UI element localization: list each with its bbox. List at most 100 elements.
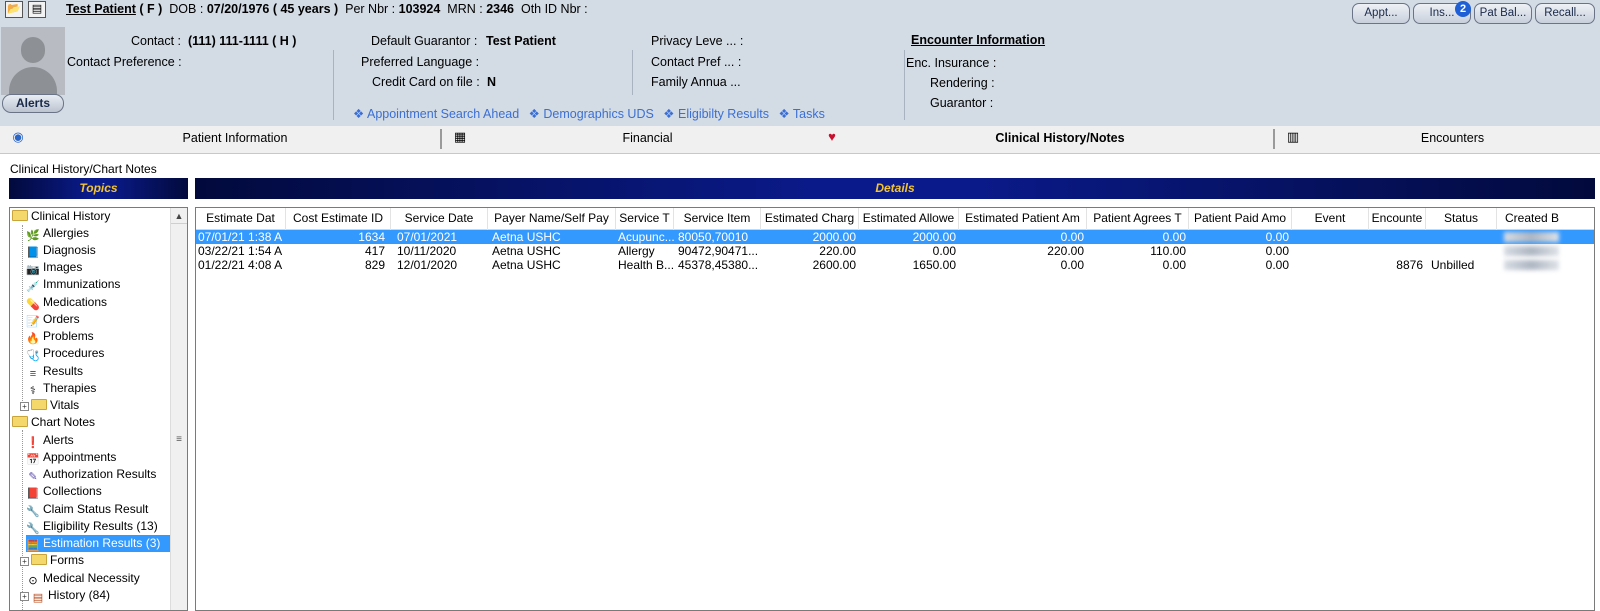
service-item-cell: 80050,70010 — [678, 230, 749, 244]
calculator-icon: 🧮 — [26, 540, 40, 552]
column-header-created-by[interactable]: Created B — [1497, 208, 1594, 230]
tab-encounters[interactable]: Encounters — [1305, 126, 1600, 154]
credit-card-label: Credit Card on file : — [372, 75, 480, 89]
calculator-icon: ▦ — [453, 129, 467, 144]
tree-item-collections[interactable]: 📕 Collections — [26, 483, 102, 500]
estimated-allowed-cell: 1650.00 — [912, 258, 956, 272]
column-header-payer-name[interactable]: Payer Name/Self Pay — [488, 208, 616, 230]
patient-avatar[interactable] — [1, 27, 65, 95]
alerts-button[interactable]: Alerts — [2, 94, 64, 113]
tasks-link[interactable]: ❖ Tasks — [778, 107, 824, 121]
tree-folder-vitals[interactable]: + Vitals — [20, 397, 79, 414]
scroll-grip-icon[interactable]: ≡ — [174, 434, 184, 445]
document-icon[interactable]: ▤ — [28, 1, 46, 18]
patient-name-link[interactable]: Test Patient — [66, 2, 136, 16]
tab-clinical-history-notes[interactable]: Clinical History/Notes — [845, 126, 1275, 154]
column-header-encounter[interactable]: Encounte — [1369, 208, 1426, 230]
details-header: Details — [195, 178, 1595, 199]
dob-value: 07/20/1976 ( 45 years ) — [206, 2, 339, 16]
family-annual-label: Family Annua ... — [651, 75, 741, 89]
tree-item-procedures[interactable]: 🩺 Procedures — [26, 345, 104, 362]
column-header-estimated-charge[interactable]: Estimated Charg — [761, 208, 859, 230]
topics-scrollbar[interactable]: ▲ ≡ — [170, 208, 187, 610]
tree-folder-clinical-history[interactable]: Clinical History — [12, 208, 110, 225]
column-header-status[interactable]: Status — [1426, 208, 1497, 230]
patient-paid-cell: 0.00 — [1265, 244, 1289, 258]
expand-icon[interactable]: + — [20, 557, 29, 566]
column-header-service-date[interactable]: Service Date — [391, 208, 488, 230]
tree-folder-forms[interactable]: + Forms — [20, 552, 84, 569]
column-header-cost-estimate-id[interactable]: Cost Estimate ID — [286, 208, 391, 230]
tree-item-immunizations[interactable]: 💉 Immunizations — [26, 276, 120, 293]
tree-item-authorization-results[interactable]: ✎ Authorization Results — [26, 466, 156, 483]
tree-item-problems[interactable]: 🔥 Problems — [26, 328, 94, 345]
scroll-up-icon[interactable]: ▲ — [171, 208, 187, 224]
contact-preference-label: Contact Preference : — [67, 55, 182, 69]
tree-item-images[interactable]: 📷 Images — [26, 259, 82, 276]
service-type-cell: Acupunc... — [618, 230, 674, 244]
tree-item-claim-status-result[interactable]: 🔧 Claim Status Result — [26, 501, 148, 518]
patient-paid-cell: 0.00 — [1265, 230, 1289, 244]
encounter-cell: 8876 — [1396, 258, 1423, 272]
details-grid[interactable]: Estimate Dat Cost Estimate ID Service Da… — [195, 207, 1595, 611]
table-row[interactable]: 01/22/21 4:08 A 829 12/01/2020 Aetna USH… — [196, 258, 1594, 272]
credit-card-value: N — [487, 75, 497, 89]
rendering-label: Rendering : — [930, 76, 995, 90]
tree-folder-chart-notes[interactable]: Chart Notes — [12, 414, 95, 431]
recall-button[interactable]: Recall... — [1535, 3, 1595, 24]
tree-item-estimation-results[interactable]: 🧮 Estimation Results (3) — [26, 535, 171, 552]
tree-item-appointments[interactable]: 📅 Appointments — [26, 449, 116, 466]
patient-balance-button[interactable]: Pat Bal... — [1474, 3, 1532, 24]
per-nbr-label: Per Nbr : — [345, 2, 396, 16]
estimated-allowed-cell: 2000.00 — [912, 230, 956, 244]
column-header-event[interactable]: Event — [1292, 208, 1369, 230]
topics-tree[interactable]: Clinical History 🌿 Allergies 📘 Diagnosis 📷… — [9, 207, 188, 611]
tree-item-alerts[interactable]: ❗ Alerts — [26, 432, 74, 449]
tree-item-results[interactable]: ≡ Results — [26, 363, 83, 380]
appointments-button[interactable]: Appt... — [1352, 3, 1410, 24]
column-header-estimate-date[interactable]: Estimate Dat — [196, 208, 286, 230]
column-header-service-item[interactable]: Service Item — [674, 208, 761, 230]
tree-item-medical-necessity[interactable]: ⊙ Medical Necessity — [26, 570, 139, 587]
tree-item-therapies[interactable]: ⚕ Therapies — [26, 380, 96, 397]
demographics-uds-link[interactable]: ❖ Demographics UDS — [529, 107, 654, 121]
tab-separator — [440, 129, 442, 149]
column-header-estimated-allowed[interactable]: Estimated Allowe — [859, 208, 959, 230]
column-header-patient-paid[interactable]: Patient Paid Amo — [1189, 208, 1292, 230]
eligibility-results-link[interactable]: ❖ Eligibilty Results — [663, 107, 769, 121]
expand-icon[interactable]: + — [20, 402, 29, 411]
insurance-count-badge: 2 — [1455, 1, 1471, 17]
expand-icon[interactable]: + — [20, 592, 29, 601]
table-row[interactable]: 07/01/21 1:38 A 1634 07/01/2021 Aetna US… — [196, 230, 1594, 244]
tree-item-diagnosis[interactable]: 📘 Diagnosis — [26, 242, 96, 259]
tab-financial[interactable]: Financial — [475, 126, 820, 154]
enc-insurance-label: Enc. Insurance : — [906, 56, 997, 70]
default-guarantor-label: Default Guarantor : — [371, 34, 478, 48]
tree-item-medications[interactable]: 💊 Medications — [26, 294, 107, 311]
column-header-service-type[interactable]: Service T — [616, 208, 674, 230]
tree-item-orders[interactable]: 📝 Orders — [26, 311, 80, 328]
appointment-search-ahead-link[interactable]: ❖ Appointment Search Ahead — [353, 107, 519, 121]
tree-item-eligibility-results[interactable]: 🔧 Eligibility Results (13) — [26, 518, 158, 535]
service-type-cell: Allergy — [618, 244, 655, 258]
mrn-value: 2346 — [486, 2, 515, 16]
estimated-patient-amount-cell: 0.00 — [1060, 258, 1084, 272]
table-row[interactable]: 03/22/21 1:54 A 417 10/11/2020 Aetna USH… — [196, 244, 1594, 258]
wrench-icon: 🔧 — [26, 523, 40, 535]
procedures-icon: 🩺 — [26, 350, 40, 362]
tree-item-allergies[interactable]: 🌿 Allergies — [26, 225, 89, 242]
orders-icon: 📝 — [26, 316, 40, 328]
column-header-patient-agrees[interactable]: Patient Agrees T — [1087, 208, 1189, 230]
column-header-estimated-patient-amount[interactable]: Estimated Patient Am — [959, 208, 1087, 230]
folder-icon — [31, 554, 47, 565]
grid-header-row: Estimate Dat Cost Estimate ID Service Da… — [196, 208, 1594, 230]
tree-folder-history[interactable]: + ▤ History (84) — [20, 587, 110, 604]
allergies-icon: 🌿 — [26, 230, 40, 242]
open-folder-icon[interactable]: 📂 — [5, 1, 23, 18]
estimated-allowed-cell: 0.00 — [932, 244, 956, 258]
created-by-redacted — [1504, 260, 1559, 270]
contact-value: (111) 111-1111 ( H ) — [188, 34, 297, 48]
tab-patient-information[interactable]: Patient Information — [30, 126, 440, 154]
encounter-information-title[interactable]: Encounter Information — [911, 33, 1045, 47]
folder-icon — [12, 210, 28, 221]
